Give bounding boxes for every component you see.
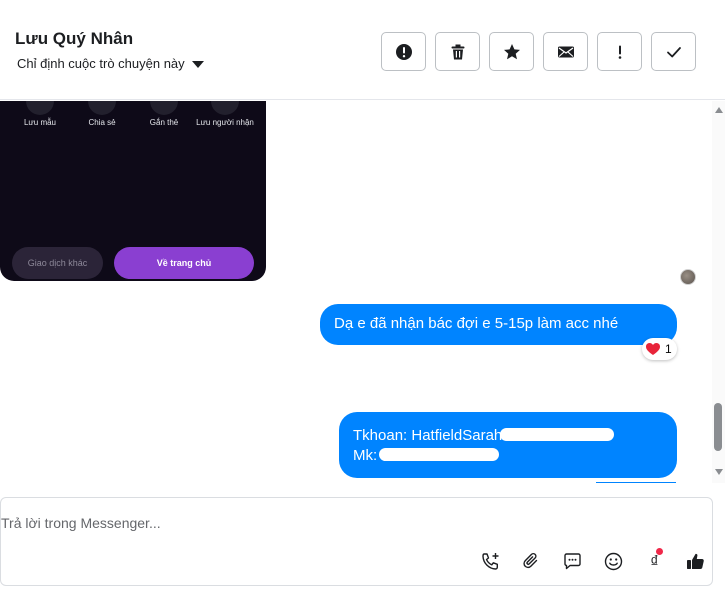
follow-up-button[interactable] (597, 32, 642, 71)
partial-message-edge (596, 482, 676, 483)
notification-dot (656, 548, 663, 555)
save-recipient-icon (211, 101, 239, 115)
share-icon (88, 101, 116, 115)
phone-plus-icon (482, 553, 499, 570)
mark-unread-button[interactable] (543, 32, 588, 71)
reply-composer: Trả lời trong Messenger... ₫ (0, 497, 713, 586)
tag-icon (150, 101, 178, 115)
scroll-up-arrow-icon[interactable] (715, 107, 723, 113)
scroll-thumb[interactable] (714, 403, 722, 451)
attach-button[interactable] (521, 551, 542, 572)
shared-image-transaction-screen[interactable]: Lưu mẫu Chia sẻ Gắn thẻ Lưu người nhận G… (0, 101, 266, 281)
like-button[interactable] (685, 551, 706, 572)
emoji-button[interactable] (603, 551, 624, 572)
spam-button[interactable] (381, 32, 426, 71)
thumbs-up-icon (687, 553, 704, 569)
reply-input[interactable]: Trả lời trong Messenger... (1, 515, 161, 531)
star-icon (503, 43, 520, 59)
star-button[interactable] (489, 32, 534, 71)
card-label-tag: Gắn thẻ (149, 118, 179, 127)
message-text: Dạ e đã nhận bác đợi e 5-15p làm acc nhé (334, 315, 619, 332)
call-add-button[interactable] (480, 551, 501, 572)
redaction-mark (500, 428, 615, 441)
card-label-save-recipient: Lưu người nhận (196, 118, 254, 127)
message-line: Tkhoan: HatfieldSarah (353, 427, 503, 444)
payment-button[interactable]: ₫ (644, 548, 665, 572)
redaction-mark (379, 448, 500, 461)
chat-bubble-icon (564, 553, 581, 570)
scroll-down-arrow-icon[interactable] (715, 469, 723, 475)
smiley-icon (604, 552, 623, 571)
outgoing-message[interactable]: Dạ e đã nhận bác đợi e 5-15p làm acc nhé (320, 304, 677, 345)
assign-conversation-dropdown[interactable]: Chỉ định cuộc trò chuyện này (17, 56, 204, 71)
message-reaction[interactable]: 1 (642, 338, 677, 360)
thread-scrollbar[interactable] (712, 101, 725, 483)
assign-label: Chỉ định cuộc trò chuyện này (17, 56, 185, 71)
trash-icon (451, 44, 464, 59)
outgoing-message[interactable]: Tkhoan: HatfieldSarah Mk: (339, 412, 677, 478)
delete-button[interactable] (435, 32, 480, 71)
saved-replies-button[interactable] (562, 551, 583, 572)
check-icon (666, 46, 681, 57)
home-button: Về trang chủ (114, 247, 254, 279)
caret-down-icon (191, 60, 204, 68)
paperclip-icon (523, 552, 538, 569)
other-transaction-button: Giao dịch khác (12, 247, 103, 279)
card-label-share: Chia sẻ (88, 118, 116, 127)
seen-avatar (680, 269, 696, 285)
alert-circle-icon (395, 43, 412, 60)
message-line: Mk: (353, 447, 378, 464)
save-template-icon (26, 101, 54, 115)
reaction-count: 1 (665, 342, 672, 356)
message-thread[interactable]: Lưu mẫu Chia sẻ Gắn thẻ Lưu người nhận G… (0, 101, 712, 483)
card-label-save-template: Lưu mẫu (23, 118, 57, 127)
conversation-header: Lưu Quý Nhân Chỉ định cuộc trò chuyện nà… (0, 0, 725, 100)
heart-icon (646, 343, 660, 355)
done-button[interactable] (651, 32, 696, 71)
conversation-toolbar (381, 32, 696, 71)
envelope-icon (557, 46, 574, 57)
contact-name: Lưu Quý Nhân (15, 29, 134, 48)
exclamation-icon (618, 45, 621, 59)
composer-actions: ₫ (480, 548, 706, 572)
